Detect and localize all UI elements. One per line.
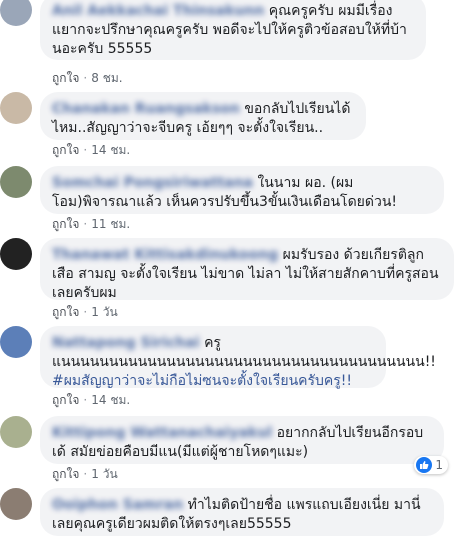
like-link[interactable]: ถูกใจ [52,71,79,85]
like-link[interactable]: ถูกใจ [52,393,79,407]
thumbs-up-icon [416,457,433,473]
comment-time[interactable]: 14 ชม. [91,393,130,407]
separator-dot: · [83,71,88,85]
avatar[interactable] [0,0,32,26]
name-suffix: ครู [204,335,221,351]
commenter-name[interactable]: Anil Aekkachai Thinsakunn [52,3,264,19]
comment-bubble: Chanakan Ruangsakson ขอกลับไปเรียนได้ไหม… [40,92,366,140]
like-link[interactable]: ถูกใจ [52,143,79,157]
comment-bubble: Ooiphon Samran ทำไมติดป้ายชื่อ แพรแถบเอี… [40,488,444,536]
reaction-count[interactable]: 1 [414,456,448,474]
commenter-name[interactable]: Ooiphon Samran [52,497,183,513]
comment-actions: ถูกใจ · 8 ชม. [52,70,123,86]
like-link[interactable]: ถูกใจ [52,467,79,481]
avatar[interactable] [0,92,32,124]
avatar[interactable] [0,488,32,520]
separator-dot: · [83,393,88,407]
like-link[interactable]: ถูกใจ [52,305,79,319]
reaction-number: 1 [435,458,443,472]
comment-time[interactable]: 14 ชม. [91,143,130,157]
separator-dot: · [83,467,88,481]
commenter-name[interactable]: Chanakan Ruangsakson [52,101,240,117]
comment-actions: ถูกใจ · 1 วัน [52,466,118,482]
comment-actions: ถูกใจ · 11 ชม. [52,216,130,232]
commenter-name[interactable]: Thanawat Kittisakdinukoong [52,247,278,263]
comment-time[interactable]: 1 วัน [91,467,117,481]
avatar[interactable] [0,416,32,448]
comment-time[interactable]: 11 ชม. [91,217,130,231]
comment-bubble: Nattapong Sirichai ครู แนนนนนนนนนนนนนนนน… [40,326,436,391]
comment-actions: ถูกใจ · 14 ชม. [52,392,130,408]
hashtag-link[interactable]: #ผมสัญญาว่าจะไม่กือไม่ซนจะตั้งใจเรียนครั… [52,372,374,391]
comment-bubble: Somchai Pongsiriwattana ในนาม ผอ. (ผมโอม… [40,166,444,214]
avatar[interactable] [0,326,32,358]
avatar[interactable] [0,238,32,270]
avatar[interactable] [0,166,32,198]
comment-bubble: Anil Aekkachai Thinsakunn คุณครูครับ ผมม… [40,0,426,60]
commenter-name[interactable]: Nattapong Sirichai [52,335,200,351]
like-link[interactable]: ถูกใจ [52,217,79,231]
comment-time[interactable]: 8 ชม. [91,71,122,85]
comment-actions: ถูกใจ · 1 วัน [52,304,118,320]
comment-text: แนนนนนนนนนนนนนนนนนนนนนนนนนนนนนนนนนนนนนน!… [52,354,436,370]
separator-dot: · [83,305,88,319]
separator-dot: · [83,217,88,231]
comment-time[interactable]: 1 วัน [91,305,117,319]
separator-dot: · [83,143,88,157]
comment-bubble: Kittipong Wattanachaiyakul อยากกลับไปเรี… [40,416,444,464]
commenter-name[interactable]: Kittipong Wattanachaiyakul [52,425,272,441]
comment-bubble: Thanawat Kittisakdinukoong ผมรับรอง ด้วย… [40,238,454,301]
comment-actions: ถูกใจ · 14 ชม. [52,142,130,158]
commenter-name[interactable]: Somchai Pongsiriwattana [52,175,253,191]
